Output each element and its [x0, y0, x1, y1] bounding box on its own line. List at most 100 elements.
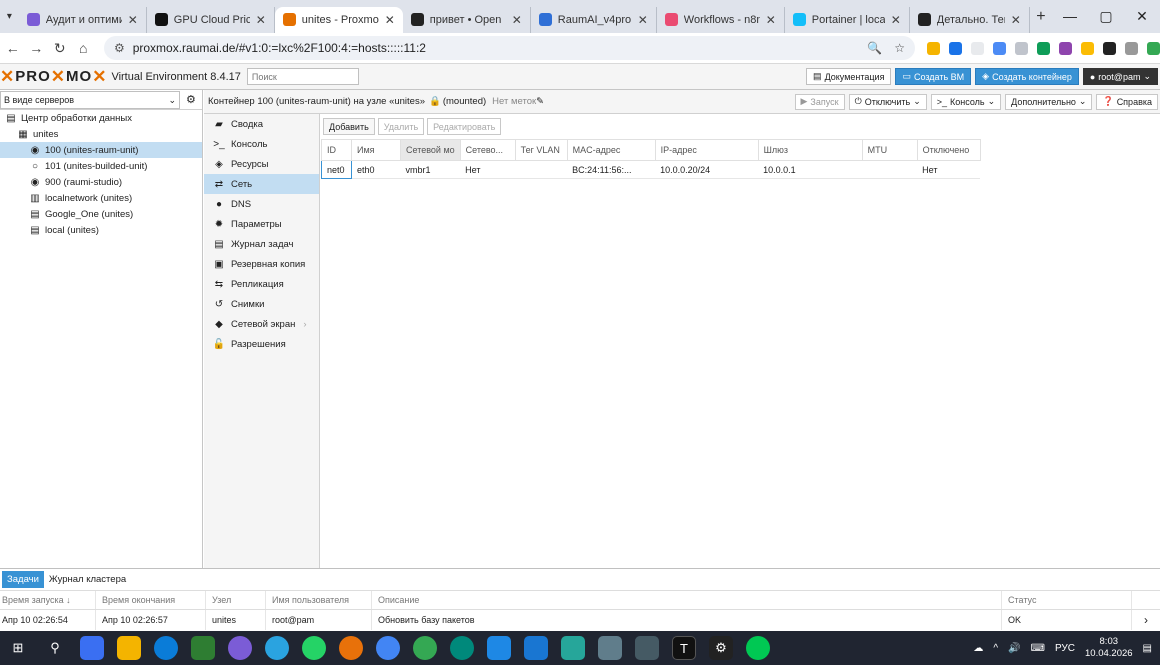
extension-icon[interactable]: [1015, 41, 1028, 55]
browser-tab[interactable]: unites - Proxmo ✕: [274, 6, 403, 33]
remove-button[interactable]: Удалить: [377, 118, 425, 135]
browser-tab[interactable]: Аудит и оптими ✕: [19, 6, 147, 33]
close-tab-icon[interactable]: ✕: [766, 13, 776, 27]
column-header[interactable]: ID: [321, 139, 352, 161]
column-header[interactable]: Отключено: [916, 139, 981, 161]
app-icon[interactable]: [635, 636, 659, 660]
chrome-profile-icon[interactable]: [413, 636, 437, 660]
extension-icon[interactable]: [1081, 41, 1094, 55]
menu-item[interactable]: ▣ Резервная копия: [204, 254, 319, 274]
extension-icon[interactable]: [1103, 41, 1116, 55]
chrome-icon[interactable]: [339, 636, 363, 660]
calculator-icon[interactable]: [191, 636, 215, 660]
tags-label[interactable]: Нет меток: [492, 96, 536, 107]
menu-item[interactable]: ▰ Сводка: [204, 114, 319, 134]
column-header[interactable]: MTU: [861, 139, 918, 161]
notifications-icon[interactable]: ▤: [1143, 643, 1152, 654]
console-button[interactable]: >_ Консоль ⌄: [930, 93, 1002, 110]
chevron-right-icon[interactable]: ›: [1144, 610, 1160, 630]
explorer-icon[interactable]: [117, 636, 141, 660]
column-header[interactable]: Сетево...: [459, 139, 516, 161]
zoom-icon[interactable]: 🔍: [867, 41, 882, 55]
tree-item[interactable]: ▤ Google_One (unites): [0, 206, 202, 222]
chevron-up-icon[interactable]: ^: [993, 643, 998, 654]
menu-item[interactable]: ◆ Сетевой экран ›: [204, 314, 319, 334]
add-button[interactable]: Добавить: [323, 118, 375, 135]
language-indicator[interactable]: РУС: [1055, 643, 1075, 654]
viber-icon[interactable]: [228, 636, 252, 660]
start-button[interactable]: ▶ Запуск: [794, 93, 845, 110]
puzzle-icon[interactable]: [1125, 41, 1138, 55]
app-icon[interactable]: [561, 636, 585, 660]
extension-icon[interactable]: [927, 41, 940, 55]
minimize-icon[interactable]: —: [1052, 8, 1088, 25]
gear-icon[interactable]: ⚙: [186, 93, 196, 106]
app-icon[interactable]: [487, 636, 511, 660]
chrome-profile-icon[interactable]: [376, 636, 400, 660]
windows-start-icon[interactable]: ⊞: [6, 636, 30, 660]
extension-icon[interactable]: [1059, 41, 1072, 55]
browser-tab[interactable]: GPU Cloud Prici ✕: [147, 6, 275, 33]
typora-icon[interactable]: T: [672, 636, 696, 660]
extension-icon[interactable]: [971, 41, 984, 55]
column-header[interactable]: Статус: [1002, 591, 1132, 609]
telegram-icon[interactable]: [265, 636, 289, 660]
menu-item[interactable]: ◈ Ресурсы: [204, 154, 319, 174]
bookmark-star-icon[interactable]: ☆: [894, 41, 905, 55]
edit-button[interactable]: Редактировать: [427, 118, 502, 135]
close-tab-icon[interactable]: ✕: [512, 13, 522, 27]
create-ct-button[interactable]: ◈ Создать контейнер: [975, 68, 1079, 85]
tree-item[interactable]: ◉ 900 (raumi-studio): [0, 174, 202, 190]
menu-item[interactable]: ↺ Снимки: [204, 294, 319, 314]
pencil-icon[interactable]: ✎: [536, 96, 544, 107]
close-tab-icon[interactable]: ✕: [128, 13, 138, 27]
volume-icon[interactable]: 🔊: [1008, 643, 1020, 654]
app-icon[interactable]: [80, 636, 104, 660]
column-header[interactable]: Узел: [206, 591, 266, 609]
extension-icon[interactable]: [949, 41, 962, 55]
column-header[interactable]: Шлюз: [757, 139, 863, 161]
close-tab-icon[interactable]: ✕: [256, 13, 266, 27]
tab-tasks[interactable]: Задачи: [2, 571, 44, 588]
browser-tab[interactable]: привет • Open ✕: [403, 6, 531, 33]
search-icon[interactable]: ⚲: [43, 636, 67, 660]
column-header[interactable]: Имя пользователя: [266, 591, 372, 609]
help-button[interactable]: ❓ Справка: [1096, 93, 1158, 110]
menu-item[interactable]: ▤ Журнал задач: [204, 234, 319, 254]
browser-tab[interactable]: Portainer | local ✕: [785, 6, 910, 33]
docs-button[interactable]: ▤ Документация: [806, 68, 892, 85]
tree-item[interactable]: ▥ localnetwork (unites): [0, 190, 202, 206]
app-icon[interactable]: [746, 636, 770, 660]
close-tab-icon[interactable]: ✕: [1011, 13, 1021, 27]
browser-tab[interactable]: Workflows - n8n ✕: [657, 6, 785, 33]
view-selector[interactable]: В виде серверов ⌄: [0, 90, 180, 109]
back-icon[interactable]: ←: [2, 40, 23, 56]
new-tab-button[interactable]: +: [1030, 8, 1052, 26]
tree-item[interactable]: ▦ unites: [0, 126, 202, 142]
table-row[interactable]: net0 eth0 vmbr1 Нет BC:24:11:56:... 10.0.0.20…: [321, 160, 981, 179]
menu-item[interactable]: >_ Консоль: [204, 134, 319, 154]
app-icon[interactable]: [524, 636, 548, 660]
close-window-icon[interactable]: ✕: [1124, 8, 1160, 25]
tab-cluster-log[interactable]: Журнал кластера: [44, 571, 131, 588]
shutdown-button[interactable]: ⏻ Отключить ⌄: [848, 93, 927, 110]
reload-icon[interactable]: ↻: [49, 40, 70, 57]
extension-icon[interactable]: [993, 41, 1006, 55]
column-header[interactable]: Время окончания: [96, 591, 206, 609]
chatgpt-icon[interactable]: ⚙: [709, 636, 733, 660]
edge-icon[interactable]: [154, 636, 178, 660]
browser-tab[interactable]: Детально. Тема ✕: [910, 6, 1030, 33]
column-header[interactable]: MAC-адрес: [566, 139, 656, 161]
extension-icon[interactable]: [1037, 41, 1050, 55]
app-icon[interactable]: [598, 636, 622, 660]
tree-item[interactable]: ○ 101 (unites-builded-unit): [0, 158, 202, 174]
close-tab-icon[interactable]: ✕: [385, 13, 395, 27]
menu-item[interactable]: ⇄ Сеть: [204, 174, 319, 194]
menu-item[interactable]: ⇆ Репликация: [204, 274, 319, 294]
task-row[interactable]: Апр 10 02:26:54 Апр 10 02:26:57 unites root…: [0, 610, 1160, 630]
more-button[interactable]: Дополнительно ⌄: [1005, 93, 1093, 110]
menu-item[interactable]: ● DNS: [204, 194, 319, 214]
column-header[interactable]: Сетевой мо: [400, 139, 461, 161]
whatsapp-icon[interactable]: [302, 636, 326, 660]
forward-icon[interactable]: →: [25, 40, 46, 56]
